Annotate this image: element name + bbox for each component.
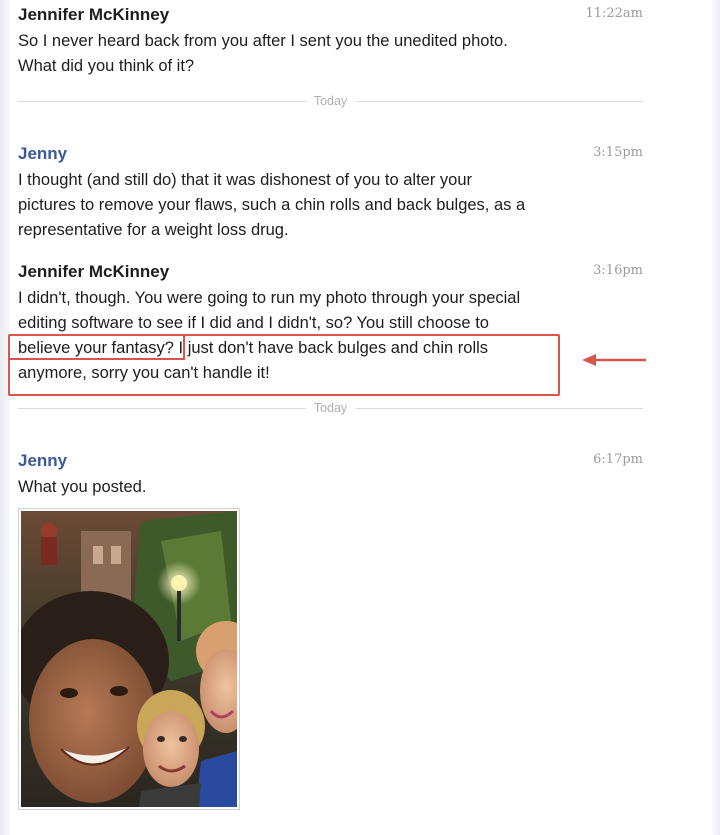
message-sender[interactable]: Jenny bbox=[18, 144, 643, 164]
message-body: So I never heard back from you after I s… bbox=[18, 29, 643, 79]
message-line: What did you think of it? bbox=[18, 57, 195, 75]
annotation-highlight-notch bbox=[8, 334, 185, 360]
message-4: Jenny 6:17pm What you posted. bbox=[18, 451, 643, 500]
message-line: So I never heard back from you after I s… bbox=[18, 32, 508, 50]
message-timestamp: 6:17pm bbox=[593, 452, 643, 467]
message-1: Jennifer McKinney 11:22am So I never hea… bbox=[18, 5, 643, 79]
message-sender[interactable]: Jennifer McKinney bbox=[18, 5, 643, 25]
date-divider-label: Today bbox=[305, 401, 356, 415]
message-timestamp: 11:22am bbox=[585, 6, 643, 21]
message-body: I thought (and still do) that it was dis… bbox=[18, 168, 643, 243]
message-thread: Jennifer McKinney 11:22am So I never hea… bbox=[0, 0, 720, 835]
photo-attachment[interactable] bbox=[18, 508, 240, 810]
message-line: I thought (and still do) that it was dis… bbox=[18, 171, 472, 189]
date-divider-label: Today bbox=[305, 94, 356, 108]
selfie-photo bbox=[21, 511, 237, 807]
message-line: representative for a weight loss drug. bbox=[18, 221, 289, 239]
message-sender[interactable]: Jenny bbox=[18, 451, 643, 471]
message-line: I didn't, though. You were going to run … bbox=[18, 289, 521, 307]
message-line: pictures to remove your flaws, such a ch… bbox=[18, 196, 526, 214]
message-line: editing software to see if I did and I d… bbox=[18, 314, 489, 332]
date-divider: Today bbox=[18, 401, 643, 415]
left-edge-shadow bbox=[0, 0, 10, 835]
message-line: What you posted. bbox=[18, 478, 147, 496]
message-2: Jenny 3:15pm I thought (and still do) th… bbox=[18, 144, 643, 243]
message-sender[interactable]: Jennifer McKinney bbox=[18, 262, 643, 282]
message-timestamp: 3:16pm bbox=[593, 263, 643, 278]
left-arrow-icon bbox=[582, 354, 646, 366]
right-edge-shadow bbox=[712, 0, 720, 835]
date-divider: Today bbox=[18, 94, 643, 108]
message-body: What you posted. bbox=[18, 475, 643, 500]
message-timestamp: 3:15pm bbox=[593, 145, 643, 160]
